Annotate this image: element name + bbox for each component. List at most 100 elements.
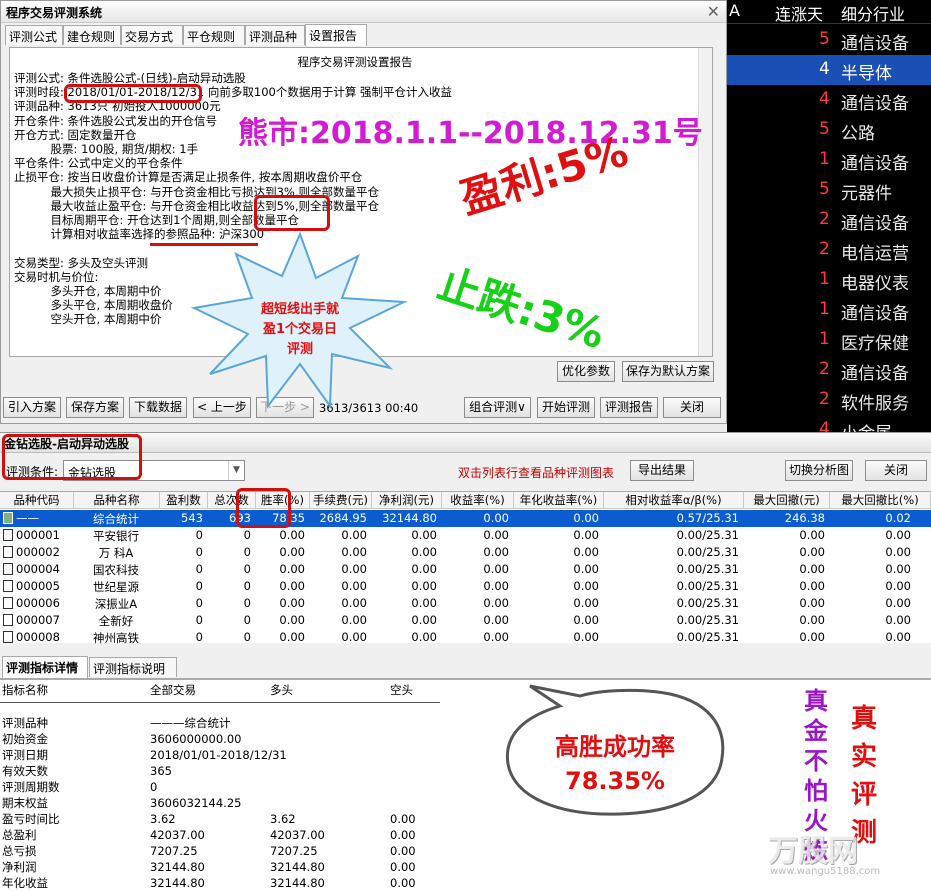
table-cell: 0.00/25.31	[676, 596, 739, 610]
tab-indicator-help[interactable]: 评测指标说明	[89, 657, 177, 677]
table-row[interactable]: 000007 全新好 0 0 0.00 0.00 0.00 0.00 0.00 0.00/25.3…	[0, 612, 931, 629]
stats-cell: 期末权益	[2, 796, 48, 810]
report-line: 多头开仓, 本周期中价	[14, 284, 162, 298]
market-row[interactable]: 5 通信设备	[727, 25, 931, 55]
column-header[interactable]: 最大回撤比(%)	[830, 492, 931, 509]
market-row-industry: 软件服务	[841, 394, 909, 414]
table-cell: 0.00	[411, 579, 437, 593]
market-row-industry: 通信设备	[841, 34, 909, 54]
column-header[interactable]: 相对收益率α/β(%)	[604, 492, 744, 509]
table-cell: 0	[195, 596, 203, 610]
market-row[interactable]: 2 通信设备	[727, 205, 931, 235]
stats-cell: 2018/01/01-2018/12/31	[150, 748, 287, 762]
market-row[interactable]: 5 元器件	[727, 175, 931, 205]
table-cell: 深振业A	[94, 597, 138, 611]
close-icon[interactable]: ✕	[707, 2, 720, 21]
report-line: 开仓条件: 条件选股公式发出的开仓信号	[14, 113, 218, 128]
download-data-button[interactable]: 下载数据	[129, 397, 187, 418]
cell-text: 000004	[16, 562, 60, 576]
market-panel: A 连涨天 细分行业 5 通信设备 4 半导体 4 通信设备 5 公路 1 通信设备 5 元器件 2 通信…	[727, 0, 931, 444]
tab-report-settings[interactable]: 设置报告	[305, 24, 367, 46]
table-cell: 0.00/25.31	[676, 630, 739, 644]
column-header[interactable]: 最大回撤(元)	[744, 492, 830, 509]
report-scrollbar[interactable]	[698, 48, 712, 356]
market-row[interactable]: 1 电器仪表	[727, 265, 931, 295]
market-col-industry[interactable]: 细分行业	[841, 1, 905, 25]
tab-open-rules[interactable]: 建仓规则	[63, 25, 121, 45]
market-row[interactable]: 2 电信运营	[727, 235, 931, 265]
table-cell: 全新好	[98, 614, 134, 628]
tab-indicator-detail[interactable]: 评测指标详情	[2, 656, 88, 678]
highlight-date-range	[64, 84, 202, 103]
tab-close-rules[interactable]: 平仓规则	[183, 25, 245, 45]
market-row-days: 5	[819, 29, 830, 49]
table-row[interactable]: —— 综合统计 543 693 78.35 2684.95 32144.80 0.00 0.00…	[0, 510, 931, 527]
table-cell: 000004	[3, 562, 69, 576]
bubble-text: 高胜成功率 78.35%	[555, 733, 675, 795]
stats-cell: 年化收益	[2, 876, 48, 890]
table-cell: 0.00	[573, 613, 599, 627]
market-row[interactable]: 4 半导体	[727, 55, 931, 85]
table-cell: 2684.95	[319, 511, 367, 525]
column-header[interactable]: 品种名称	[74, 492, 160, 509]
bear-market-annotation: 熊市:2018.1.1--2018.12.31号	[238, 116, 703, 151]
stats-cell: 3.62	[270, 812, 296, 826]
tab-formula[interactable]: 评测公式	[5, 25, 63, 45]
switch-chart-button[interactable]: 切换分析图	[785, 460, 853, 481]
stats-cell: 评测周期数	[2, 780, 60, 794]
result-close-button[interactable]: 关闭	[865, 460, 927, 481]
market-row-days: 2	[819, 209, 830, 229]
tab-trade-mode[interactable]: 交易方式	[121, 25, 183, 45]
table-row[interactable]: 000008 神州高铁 0 0 0.00 0.00 0.00 0.00 0.00 0.00/25.…	[0, 629, 931, 646]
column-header[interactable]: 品种代码	[0, 492, 74, 509]
import-scheme-button[interactable]: 引入方案	[3, 397, 61, 418]
export-button[interactable]: 导出结果	[630, 460, 694, 481]
market-col-days[interactable]: 连涨天	[775, 1, 823, 25]
eval-report-button[interactable]: 评测报告	[600, 397, 658, 418]
market-row-days: 4	[819, 89, 830, 109]
column-header[interactable]: 收益率(%)	[442, 492, 514, 509]
table-cell: 神州高铁	[93, 631, 139, 645]
table-cell: 0.00	[885, 630, 911, 644]
market-row[interactable]: 5 公路	[727, 115, 931, 145]
column-header[interactable]: 年化收益率(%)	[514, 492, 604, 509]
optimize-button[interactable]: 优化参数	[557, 361, 615, 382]
market-row[interactable]: 1 医疗保健	[727, 325, 931, 355]
table-cell: 0	[243, 562, 251, 576]
chevron-down-icon[interactable]: ▼	[228, 461, 244, 480]
slogan-char: 金	[804, 717, 828, 745]
stats-cell: 3606000000.00	[150, 732, 242, 746]
table-cell: ——	[3, 511, 69, 525]
market-row[interactable]: 2 软件服务	[727, 385, 931, 415]
cell-text: 000001	[16, 528, 60, 542]
stats-cell: 0.00	[390, 828, 416, 842]
table-row[interactable]: 000002 万 科A 0 0 0.00 0.00 0.00 0.00 0.00 0.00/25.…	[0, 544, 931, 561]
market-row[interactable]: 2 通信设备	[727, 355, 931, 385]
tab-instruments[interactable]: 评测品种	[245, 25, 305, 45]
table-cell: 0.00	[341, 596, 367, 610]
column-header[interactable]: 净利润(元)	[372, 492, 442, 509]
market-row[interactable]: 1 通信设备	[727, 145, 931, 175]
start-eval-button[interactable]: 开始评测	[537, 397, 595, 418]
table-row[interactable]: 000005 世纪星源 0 0 0.00 0.00 0.00 0.00 0.00 0.00/25.…	[0, 578, 931, 595]
table-cell: 世纪星源	[93, 580, 139, 594]
market-row[interactable]: 4 通信设备	[727, 85, 931, 115]
table-row[interactable]: 000001 平安银行 0 0 0.00 0.00 0.00 0.00 0.00 0.00/25.…	[0, 527, 931, 544]
table-cell: 0.00	[411, 613, 437, 627]
column-header[interactable]: 盈利数	[160, 492, 208, 509]
table-cell: 万 科A	[98, 546, 134, 560]
table-row[interactable]: 000004 国农科技 0 0 0.00 0.00 0.00 0.00 0.00 0.00/25.…	[0, 561, 931, 578]
hint-text: 双击列表行查看品种评测图表	[458, 466, 615, 480]
table-cell: 0.00	[573, 579, 599, 593]
save-scheme-button[interactable]: 保存方案	[66, 397, 124, 418]
highlight-percent	[254, 195, 330, 231]
highlight-win-rate	[236, 488, 291, 528]
column-header[interactable]: 手续费(元)	[310, 492, 372, 509]
table-cell: 0.00	[279, 596, 305, 610]
table-row[interactable]: 000006 深振业A 0 0 0.00 0.00 0.00 0.00 0.00 0.00/25.…	[0, 595, 931, 612]
combo-eval-button[interactable]: 组合评测∨	[464, 397, 531, 418]
dialog-close-button[interactable]: 关闭	[663, 397, 721, 418]
market-row[interactable]: 1 通信设备	[727, 295, 931, 325]
save-default-button[interactable]: 保存为默认方案	[622, 361, 714, 382]
report-line: 多头平仓, 本周期收盘价	[14, 298, 173, 313]
